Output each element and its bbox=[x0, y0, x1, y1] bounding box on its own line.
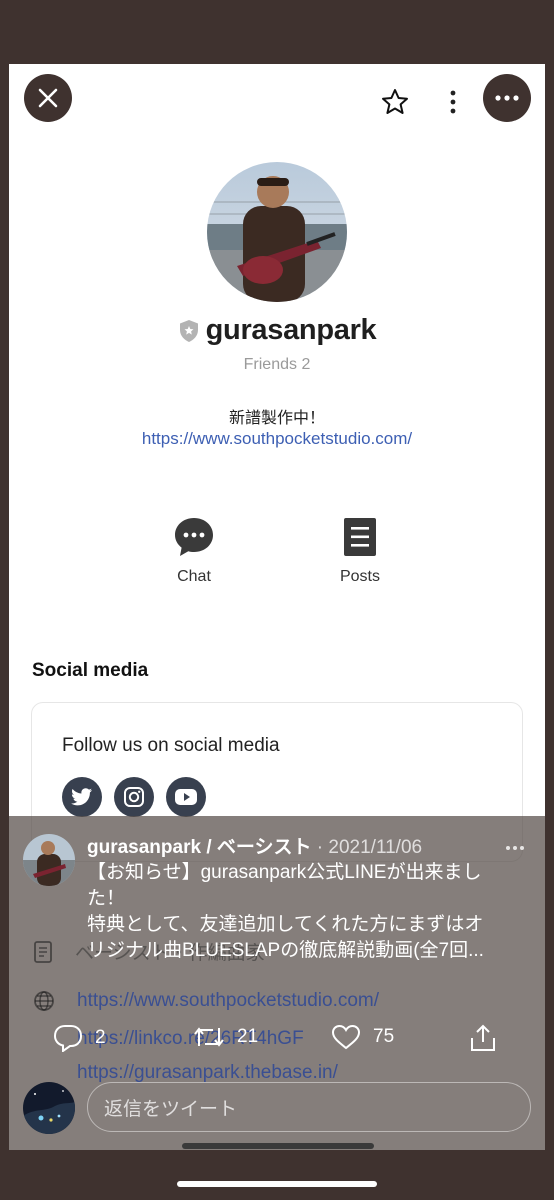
globe-icon bbox=[34, 991, 54, 1011]
posts-button[interactable]: Posts bbox=[315, 516, 405, 586]
tweet-date: · 2021/11/06 bbox=[316, 837, 423, 858]
reply-button[interactable]: 2 bbox=[53, 1024, 106, 1052]
friends-count[interactable]: Friends 2 bbox=[9, 356, 545, 374]
chat-bubble-icon bbox=[175, 518, 213, 556]
tweet-body-line-4: リジナル曲BLUESLAPの徹底解説動画(全7回... bbox=[87, 940, 484, 961]
document-icon bbox=[34, 940, 52, 963]
status-message: 新譜製作中！ bbox=[228, 410, 325, 427]
instagram-icon[interactable] bbox=[114, 777, 154, 817]
profile-name-row: gurasanpark bbox=[9, 314, 545, 347]
verified-shield-icon bbox=[179, 319, 198, 342]
chat-label: Chat bbox=[177, 568, 211, 585]
tweet-overlay: ベーシスト・作編曲家 https://www.southpocketstudio… bbox=[9, 816, 545, 1150]
options-button[interactable] bbox=[439, 84, 467, 120]
tweet-body-line-2: た！ bbox=[87, 888, 126, 909]
posts-label: Posts bbox=[339, 568, 380, 585]
retweet-button[interactable]: 21 bbox=[193, 1024, 258, 1050]
favorite-button[interactable] bbox=[377, 84, 413, 120]
reply-placeholder: 返信をツイート bbox=[104, 1098, 238, 1120]
reply-count: 2 bbox=[95, 1027, 106, 1048]
vertical-dots-icon bbox=[450, 90, 456, 114]
retweet-icon bbox=[194, 1027, 224, 1047]
more-button[interactable] bbox=[483, 74, 531, 122]
tweet-body: 【お知らせ】gurasanpark公式LINEが出来まし た！ 特典として、友達… bbox=[87, 860, 533, 964]
star-icon bbox=[382, 89, 408, 114]
like-button[interactable]: 75 bbox=[331, 1024, 394, 1050]
reply-input[interactable]: 返信をツイート bbox=[87, 1082, 531, 1132]
social-box-title: Follow us on social media bbox=[62, 735, 280, 756]
like-count: 75 bbox=[373, 1026, 395, 1047]
horizontal-dots-icon bbox=[506, 846, 524, 850]
tweet-header: gurasanpark / ベーシスト · 2021/11/06 bbox=[87, 832, 467, 859]
tweet-body-line-3: 特典として、友達追加してくれた方にまずはオ bbox=[87, 914, 484, 935]
tweet-body-line-1: 【お知らせ】gurasanpark公式LINEが出来まし bbox=[87, 862, 482, 883]
home-indicator[interactable] bbox=[177, 1181, 377, 1187]
share-icon bbox=[471, 1024, 495, 1051]
tweet-more-button[interactable] bbox=[505, 834, 525, 857]
profile-link[interactable]: https://www.southpocketstudio.com/ bbox=[9, 429, 545, 449]
bg-row-shop: https://gurasanpark.thebase.in/ bbox=[77, 1062, 338, 1084]
profile-avatar[interactable] bbox=[207, 162, 347, 302]
retweet-count: 21 bbox=[237, 1026, 259, 1047]
youtube-icon[interactable] bbox=[166, 777, 206, 817]
bg-row-shop-link[interactable]: https://gurasanpark.thebase.in/ bbox=[77, 1062, 338, 1084]
chat-button[interactable]: Chat bbox=[149, 516, 239, 586]
tweet-author-avatar[interactable] bbox=[23, 834, 75, 886]
bg-row-website: https://www.southpocketstudio.com/ bbox=[33, 990, 379, 1012]
profile-name: gurasanpark bbox=[205, 314, 377, 346]
social-icons bbox=[62, 777, 206, 817]
horizontal-dots-icon bbox=[495, 95, 519, 101]
tweet-author[interactable]: gurasanpark / ベーシスト bbox=[87, 837, 312, 858]
social-section-title: Social media bbox=[32, 660, 149, 681]
close-button[interactable] bbox=[24, 74, 72, 122]
reply-icon bbox=[53, 1025, 83, 1052]
current-user-avatar bbox=[23, 1082, 75, 1134]
share-button[interactable] bbox=[469, 1024, 497, 1052]
twitter-icon[interactable] bbox=[62, 777, 102, 817]
sheet-handle bbox=[182, 1143, 374, 1149]
close-icon bbox=[38, 88, 58, 108]
heart-icon bbox=[331, 1024, 361, 1050]
tweet-actions: 2 21 75 bbox=[9, 1024, 545, 1060]
posts-icon bbox=[344, 518, 376, 556]
bg-row-website-link[interactable]: https://www.southpocketstudio.com/ bbox=[77, 990, 379, 1012]
